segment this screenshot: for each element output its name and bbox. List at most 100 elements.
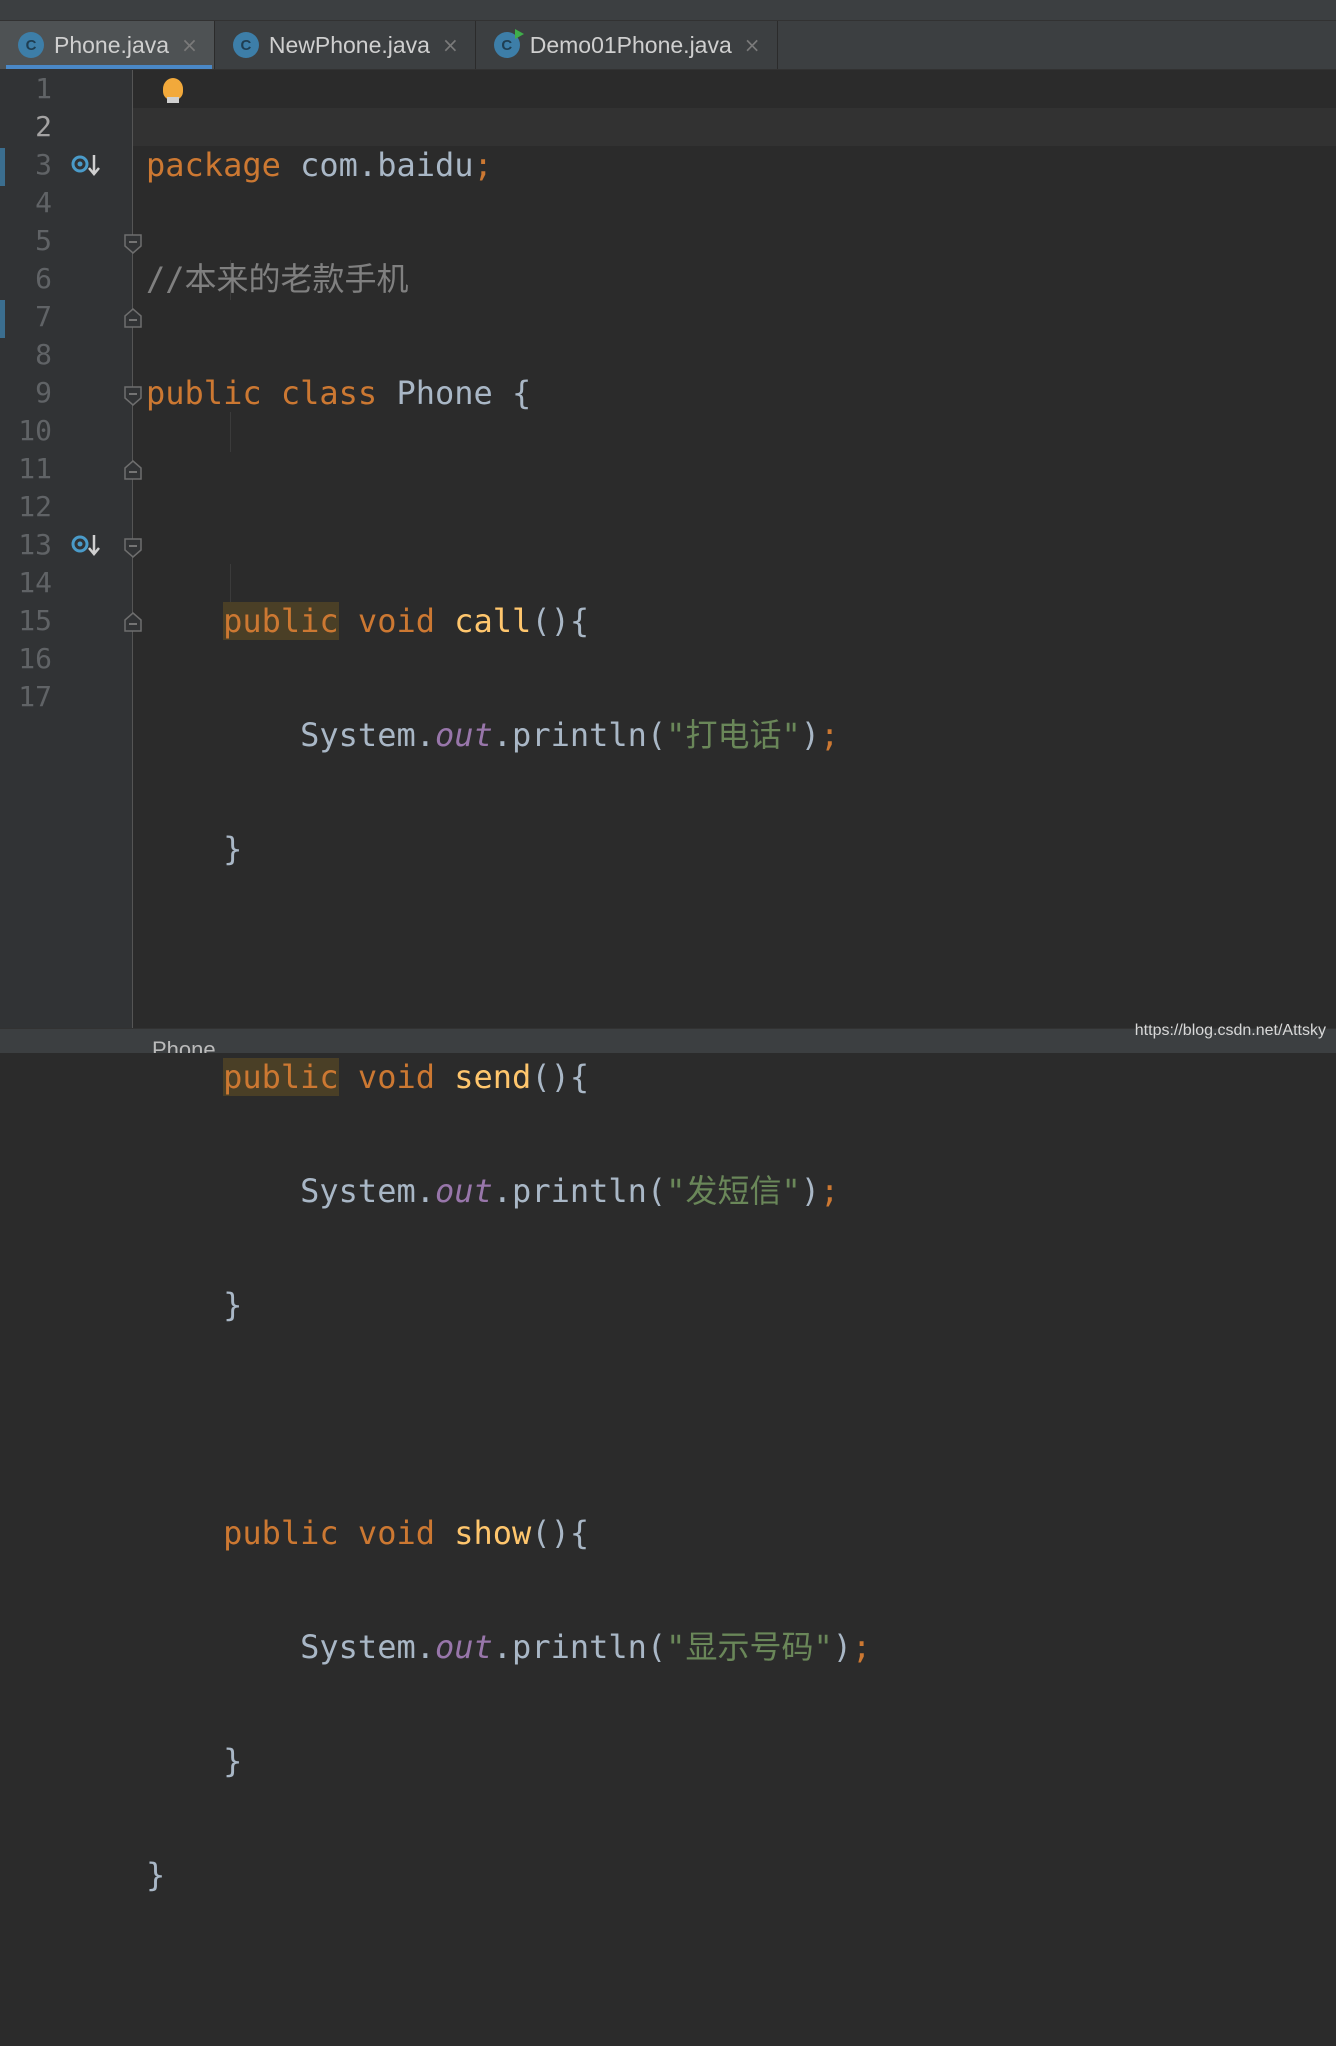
class-icon: C <box>18 32 44 58</box>
line-number: 10 <box>18 414 52 447</box>
string-literal: "显示号码" <box>666 1628 833 1666</box>
method-name: show <box>454 1514 532 1552</box>
close-icon[interactable]: × <box>181 33 198 57</box>
keyword-highlighted: public <box>223 602 339 640</box>
code-text: (){ <box>531 1514 590 1552</box>
line-number: 4 <box>35 186 52 219</box>
code-line: public class Phone { <box>146 374 871 412</box>
breadcrumb[interactable]: Phone <box>152 1037 216 1053</box>
code-text: ) <box>800 716 820 754</box>
implemented-override-icon[interactable] <box>70 526 102 564</box>
method-name: send <box>454 1058 532 1096</box>
line-number: 8 <box>35 338 52 371</box>
fold-end-icon[interactable] <box>124 460 142 480</box>
code-text: ) <box>832 1628 852 1666</box>
code-line: //本来的老款手机 <box>146 260 871 298</box>
line-number: 13 <box>18 528 52 561</box>
close-icon[interactable]: × <box>744 33 761 57</box>
line-number: 1 <box>35 72 52 105</box>
tab-label: Phone.java <box>54 31 170 58</box>
static-field: out <box>434 716 493 754</box>
keyword: void <box>357 1058 435 1096</box>
editor-gutter: 1 2 3 4 5 6 7 8 9 10 11 12 13 14 15 16 1… <box>0 70 142 1028</box>
window-top-strip <box>0 0 1336 21</box>
editor-tab-bar: C Phone.java × C NewPhone.java × C Demo0… <box>0 21 1336 70</box>
change-marker <box>0 300 5 338</box>
brace: } <box>223 1742 243 1780</box>
keyword: package <box>146 146 281 184</box>
static-field: out <box>434 1172 493 1210</box>
code-line: public void show(){ <box>146 1514 871 1552</box>
code-text: ) <box>800 1172 820 1210</box>
class-name: Phone <box>396 374 493 412</box>
close-icon[interactable]: × <box>442 33 459 57</box>
semicolon: ; <box>819 1172 840 1210</box>
code-text: com.baidu <box>280 146 474 184</box>
brace: } <box>223 830 243 868</box>
brace: } <box>146 1856 166 1894</box>
code-line: package com.baidu; <box>146 146 871 184</box>
brace: { <box>512 374 532 412</box>
implemented-override-icon[interactable] <box>70 146 102 184</box>
string-literal: "打电话" <box>666 716 801 754</box>
code-line: System.out.println("打电话"); <box>146 716 871 754</box>
fold-start-icon[interactable] <box>124 234 142 254</box>
code-text: (){ <box>531 602 590 640</box>
fold-start-icon[interactable] <box>124 538 142 558</box>
semicolon: ; <box>851 1628 872 1666</box>
code-text: .println( <box>492 1172 667 1210</box>
code-text: System. <box>300 1172 435 1210</box>
method-name: call <box>454 602 532 640</box>
tab-label: NewPhone.java <box>268 31 430 58</box>
class-icon-letter: C <box>240 36 252 54</box>
tab-label: Demo01Phone.java <box>529 31 732 58</box>
code-line: } <box>146 830 871 868</box>
fold-end-icon[interactable] <box>124 308 142 328</box>
keyword: void <box>357 602 435 640</box>
semicolon: ; <box>819 716 840 754</box>
class-icon-letter: C <box>501 36 513 54</box>
change-marker <box>0 148 5 186</box>
brace: } <box>223 1286 243 1324</box>
keyword: void <box>357 1514 435 1552</box>
code-text: (){ <box>531 1058 590 1096</box>
line-number: 14 <box>18 566 52 599</box>
line-number: 7 <box>35 300 52 333</box>
line-number: 2 <box>35 110 52 143</box>
line-number: 5 <box>35 224 52 257</box>
line-number: 12 <box>18 490 52 523</box>
code-line: System.out.println("发短信"); <box>146 1172 871 1210</box>
code-line: public void call(){ <box>146 602 871 640</box>
code-line: } <box>146 1742 871 1780</box>
keyword: public <box>146 374 262 412</box>
line-number: 15 <box>18 604 52 637</box>
line-number: 17 <box>18 680 52 713</box>
fold-end-icon[interactable] <box>124 612 142 632</box>
line-number: 16 <box>18 642 52 675</box>
string-literal: "发短信" <box>666 1172 801 1210</box>
semicolon: ; <box>473 146 493 184</box>
line-number: 11 <box>18 452 52 485</box>
lightbulb-base <box>167 97 179 103</box>
code-text: .println( <box>492 716 667 754</box>
watermark-text: https://blog.csdn.net/Attsky <box>1134 1022 1326 1039</box>
tab-newphone-java[interactable]: C NewPhone.java × <box>215 21 476 69</box>
tab-phone-java[interactable]: C Phone.java × <box>0 21 215 69</box>
code-text: .println( <box>492 1628 667 1666</box>
code-line: } <box>146 1286 871 1324</box>
code-line: System.out.println("显示号码"); <box>146 1628 871 1666</box>
fold-start-icon[interactable] <box>124 386 142 406</box>
line-number: 9 <box>35 376 52 409</box>
runnable-class-icon: C <box>493 29 524 58</box>
run-marker-icon <box>514 29 524 39</box>
static-field: out <box>434 1628 493 1666</box>
keyword: public <box>223 1514 339 1552</box>
class-icon-letter: C <box>25 36 37 54</box>
code-editor[interactable]: package com.baidu; //本来的老款手机 public clas… <box>146 70 871 2046</box>
line-number: 3 <box>35 148 52 181</box>
tab-demo01phone-java[interactable]: C Demo01Phone.java × <box>476 21 778 69</box>
